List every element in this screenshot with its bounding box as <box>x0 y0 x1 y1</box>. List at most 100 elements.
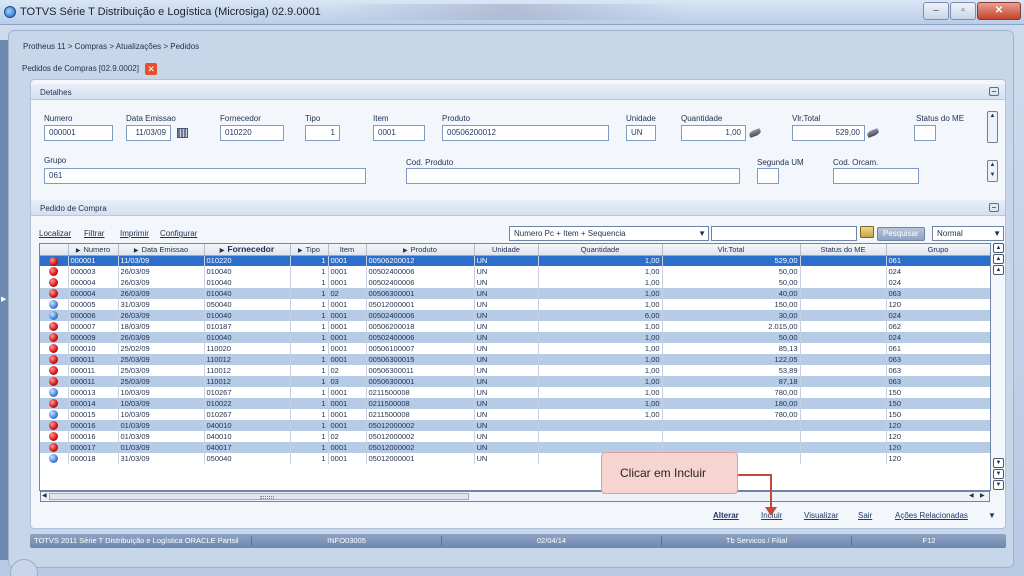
folder-icon[interactable] <box>860 226 874 238</box>
minimize-section-icon[interactable] <box>989 87 999 96</box>
item-field[interactable]: 0001 <box>373 125 425 141</box>
col-tipo[interactable]: ▶ Tipo <box>290 244 329 256</box>
imprimir-link[interactable]: Imprimir <box>120 229 149 238</box>
lookup-icon[interactable] <box>867 129 881 137</box>
grid-hscrollbar[interactable]: ◀ ◀ ▶ <box>40 491 990 502</box>
close-tab-icon[interactable]: ✕ <box>145 62 158 75</box>
table-row[interactable]: 000010 25/02/09 110020 1 0001 00506100007 UN 1,… <box>40 343 990 354</box>
table-row[interactable]: 000003 26/03/09 010040 1 0001 00502400006 UN 1,… <box>40 266 990 277</box>
maximize-button[interactable]: ▫ <box>950 2 976 20</box>
detalhes-title: Detalhes <box>40 88 72 97</box>
scroll-page-up-icon[interactable]: ▲ <box>993 254 1004 264</box>
detail-scrollbar[interactable]: ▲ <box>987 111 998 143</box>
status-me-field[interactable] <box>914 125 936 141</box>
table-row[interactable]: 000005 31/03/09 050040 1 0001 05012000001 UN 1,… <box>40 299 990 310</box>
col-status[interactable] <box>40 244 69 256</box>
col-numero[interactable]: ▶ Numero <box>68 244 119 256</box>
table-row[interactable]: 000018 31/03/09 050040 1 0001 05012000001 UN 12… <box>40 453 990 464</box>
col-produto[interactable]: ▶ Produto <box>366 244 475 256</box>
lookup-icon[interactable] <box>749 129 763 137</box>
search-input[interactable] <box>711 226 857 241</box>
sort-arrow-icon: ▶ <box>75 247 81 254</box>
acoes-relacionadas-link[interactable]: Ações Relacionadas <box>895 511 968 520</box>
scroll-down-icon[interactable]: ▼ <box>993 458 1004 468</box>
configurar-link[interactable]: Configurar <box>160 229 197 238</box>
col-fornecedor[interactable]: ▶ Fornecedor <box>204 244 291 256</box>
col-status-me[interactable]: Status do ME <box>800 244 887 256</box>
table-row[interactable]: 000016 01/03/09 040010 1 0001 05012000002 UN 12… <box>40 420 990 431</box>
index-select[interactable]: Numero Pc + Item + Sequencia ▼ <box>509 226 709 241</box>
col-vlr-total[interactable]: Vlr.Total <box>662 244 801 256</box>
data-emissao-field[interactable]: 11/03/09 <box>126 125 171 141</box>
produto-label: Produto <box>442 114 471 123</box>
table-row[interactable]: 000006 26/03/09 010040 1 0001 00502400006 UN 6,… <box>40 310 990 321</box>
table-row[interactable]: 000015 10/03/09 010267 1 0001 0211500008 UN 1,0… <box>40 409 990 420</box>
grid-scrollbar[interactable]: ▲ ▲ ▲ ▼ ▼ ▼ <box>993 243 1004 491</box>
minimize-section-icon[interactable] <box>989 203 999 212</box>
table-row[interactable]: 000014 10/03/09 010022 1 0001 0211500008 UN 1,0… <box>40 398 990 409</box>
table-row[interactable]: 000007 18/03/09 010187 1 0001 00506200018 UN 1,… <box>40 321 990 332</box>
col-grupo[interactable]: Grupo <box>886 244 990 256</box>
cod-orcam-field[interactable] <box>833 168 919 184</box>
scroll-up-icon[interactable]: ▲ <box>989 113 996 120</box>
fornecedor-field[interactable]: 010220 <box>220 125 284 141</box>
scroll-right-icon[interactable]: ▶ <box>980 492 985 499</box>
table-row[interactable]: 000017 01/03/09 040017 1 0001 05012000002 UN 12… <box>40 442 990 453</box>
mode-select[interactable]: Normal ▼ <box>932 226 1004 241</box>
table-row[interactable]: 000004 26/03/09 010040 1 02 00506300001 UN 1,00… <box>40 288 990 299</box>
cod-produto-field[interactable] <box>406 168 740 184</box>
scroll-down-icon[interactable]: ▼ <box>989 172 996 179</box>
chevron-down-icon[interactable]: ▼ <box>988 511 996 520</box>
localizar-link[interactable]: Localizar <box>39 229 71 238</box>
produto-field[interactable]: 00506200012 <box>442 125 609 141</box>
alterar-link[interactable]: Alterar <box>713 511 739 520</box>
table-row[interactable]: 000016 01/03/09 040010 1 02 05012000002 UN 120 <box>40 431 990 442</box>
col-item[interactable]: Item <box>328 244 367 256</box>
sair-link[interactable]: Sair <box>858 511 872 520</box>
table-row[interactable]: 000004 26/03/09 010040 1 0001 00502400006 UN 1,… <box>40 277 990 288</box>
table-row[interactable]: 000011 25/03/09 110012 1 02 00506300011 UN 1,00… <box>40 365 990 376</box>
table-row[interactable]: 000011 25/03/09 110012 1 0001 00506300015 UN 1,… <box>40 354 990 365</box>
visualizar-link[interactable]: Visualizar <box>804 511 839 520</box>
scroll-up-icon[interactable]: ▲ <box>989 162 996 169</box>
unidade-field[interactable]: UN <box>626 125 656 141</box>
cell-quantidade: 1,00 <box>538 299 663 310</box>
cell-tipo: 1 <box>290 266 329 277</box>
scroll-left-end-icon[interactable]: ◀ <box>969 492 974 499</box>
numero-field[interactable]: 000001 <box>44 125 113 141</box>
cell-tipo: 1 <box>290 343 329 354</box>
detail-scrollbar-lower[interactable]: ▲ ▼ <box>987 160 998 182</box>
vlr-total-field[interactable]: 529,00 <box>792 125 865 141</box>
hscroll-thumb[interactable] <box>49 493 469 500</box>
tipo-field[interactable]: 1 <box>305 125 340 141</box>
cell-quantidade: 1,00 <box>538 255 663 266</box>
table-row[interactable]: 000009 26/03/09 010040 1 0001 00502400006 UN 1,… <box>40 332 990 343</box>
segunda-um-field[interactable] <box>757 168 779 184</box>
left-collapse-strip[interactable]: ▶ <box>0 40 8 560</box>
cell-total: 50,00 <box>662 266 801 277</box>
calendar-icon[interactable] <box>177 128 188 138</box>
table-row[interactable]: 000013 10/03/09 010267 1 0001 0211500008 UN 1,0… <box>40 387 990 398</box>
scroll-left-icon[interactable]: ◀ <box>42 492 47 499</box>
scroll-top-icon[interactable]: ▲ <box>993 243 1004 253</box>
orders-grid[interactable]: ▶ Numero ▶ Data Emissao ▶ Fornecedor ▶ Tipo … <box>39 243 991 491</box>
col-quantidade[interactable]: Quantidade <box>538 244 663 256</box>
grupo-field[interactable]: 061 <box>44 168 366 184</box>
pesquisar-button[interactable]: Pesquisar <box>877 227 925 241</box>
quantidade-field[interactable]: 1,00 <box>681 125 746 141</box>
minimize-button[interactable]: – <box>923 2 949 20</box>
cell-quantidade: 1,00 <box>538 376 663 387</box>
scroll-up-icon[interactable]: ▲ <box>993 265 1004 275</box>
table-row[interactable]: 000011 25/03/09 110012 1 03 00506300001 UN 1,00… <box>40 376 990 387</box>
col-unidade[interactable]: Unidade <box>474 244 539 256</box>
callout-connector <box>738 474 771 476</box>
close-window-button[interactable]: ✕ <box>977 2 1021 20</box>
red-status-icon <box>49 366 59 376</box>
cell-quantidade: 1,00 <box>538 387 663 398</box>
scroll-page-down-icon[interactable]: ▼ <box>993 469 1004 479</box>
filtrar-link[interactable]: Filtrar <box>84 229 104 238</box>
scroll-bottom-icon[interactable]: ▼ <box>993 480 1004 490</box>
form-tab[interactable]: Pedidos de Compras [02.9.0002] ✕ <box>22 60 158 76</box>
col-data-emissao[interactable]: ▶ Data Emissao <box>118 244 205 256</box>
table-row[interactable]: 000001 11/03/09 010220 1 0001 00506200012 UN 1,… <box>40 255 990 266</box>
